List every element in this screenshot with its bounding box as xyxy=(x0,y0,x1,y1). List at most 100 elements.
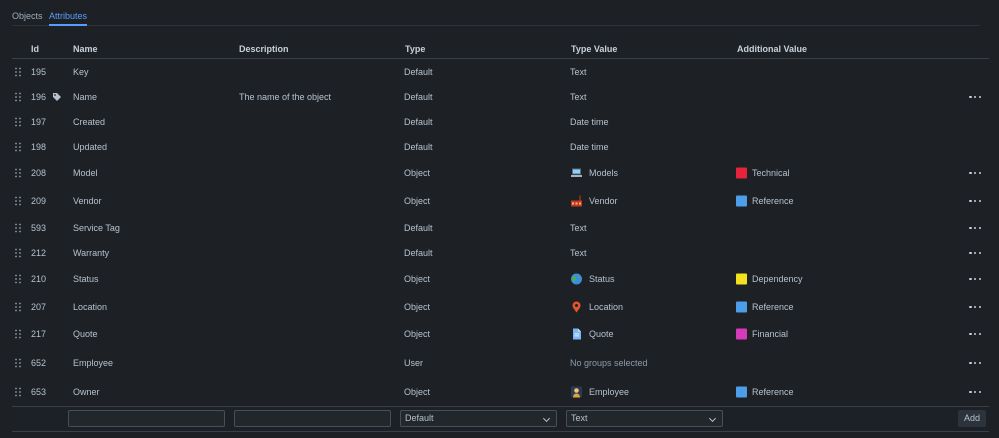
table-row[interactable]: 212 Warranty Default Text xyxy=(12,241,989,265)
attribute-type: Default xyxy=(404,117,433,127)
tab-objects[interactable]: Objects xyxy=(12,11,43,21)
color-swatch xyxy=(736,273,747,285)
column-header-type[interactable]: Type xyxy=(405,44,425,54)
table-row[interactable]: 197 Created Default Date time xyxy=(12,110,989,134)
attribute-id: 198 xyxy=(31,142,47,152)
drag-handle-icon[interactable] xyxy=(15,302,23,312)
table-row[interactable]: 208 Model Object Models Technical xyxy=(12,161,989,185)
more-actions-icon[interactable] xyxy=(969,247,981,259)
attribute-type: Default xyxy=(404,142,433,152)
tag-icon xyxy=(52,92,62,102)
new-name-input[interactable] xyxy=(68,410,225,427)
more-actions-icon[interactable] xyxy=(969,195,981,207)
attribute-type-value: No groups selected xyxy=(570,358,648,368)
attribute-name: Created xyxy=(73,117,106,127)
table-row[interactable]: 653 Owner Object Employee Reference xyxy=(12,380,989,404)
table-row[interactable]: 209 Vendor Object Vendor Reference xyxy=(12,189,989,213)
chevron-down-icon xyxy=(542,414,551,423)
laptop-icon xyxy=(570,167,583,180)
table-row[interactable]: 652 Employee User No groups selected xyxy=(12,351,989,375)
drag-handle-icon[interactable] xyxy=(15,248,23,258)
new-type-select-value: Default xyxy=(405,413,434,423)
attribute-id: 195 xyxy=(31,67,47,77)
attribute-type-value: Quote xyxy=(589,329,614,339)
attribute-type-value: Text xyxy=(570,92,587,102)
attribute-type: Object xyxy=(404,387,431,397)
attribute-description: The name of the object xyxy=(239,92,332,102)
more-actions-icon[interactable] xyxy=(969,273,981,285)
new-type-select[interactable]: Default xyxy=(400,410,557,427)
attribute-type: User xyxy=(404,358,424,368)
color-swatch xyxy=(736,386,747,398)
map-pin-icon xyxy=(570,301,583,314)
more-actions-icon[interactable] xyxy=(969,91,981,103)
table-row[interactable]: 210 Status Object Status Dependency xyxy=(12,267,989,291)
attribute-type-value: Date time xyxy=(570,142,609,152)
drag-handle-icon[interactable] xyxy=(15,274,23,284)
more-actions-icon[interactable] xyxy=(969,386,981,398)
attribute-type-value: Date time xyxy=(570,117,609,127)
attribute-type-value: Status xyxy=(589,274,615,284)
drag-handle-icon[interactable] xyxy=(15,387,23,397)
column-header-id[interactable]: Id xyxy=(31,44,39,54)
attribute-type-value: Text xyxy=(570,248,587,258)
attribute-type-value: Employee xyxy=(589,387,630,397)
attribute-type: Default xyxy=(404,92,433,102)
attribute-additional-value: Reference xyxy=(752,302,794,312)
new-attribute-row: Default Text Add xyxy=(12,406,989,432)
drag-handle-icon[interactable] xyxy=(15,196,23,206)
table-row[interactable]: 593 Service Tag Default Text xyxy=(12,216,989,240)
column-header-additional-value[interactable]: Additional Value xyxy=(737,44,807,54)
table-row[interactable]: 217 Quote Object Quote Financial xyxy=(12,322,989,346)
attribute-type: Object xyxy=(404,302,431,312)
add-button[interactable]: Add xyxy=(958,410,986,427)
more-actions-icon[interactable] xyxy=(969,222,981,234)
attribute-type-value: Vendor xyxy=(589,196,618,206)
drag-handle-icon[interactable] xyxy=(15,142,23,152)
more-actions-icon[interactable] xyxy=(969,357,981,369)
attribute-type: Object xyxy=(404,274,431,284)
new-description-input[interactable] xyxy=(234,410,391,427)
drag-handle-icon[interactable] xyxy=(15,358,23,368)
attribute-name: Quote xyxy=(73,329,98,339)
attribute-id: 210 xyxy=(31,274,47,284)
attribute-id: 196 xyxy=(31,92,47,102)
more-actions-icon[interactable] xyxy=(969,328,981,340)
more-actions-icon[interactable] xyxy=(969,167,981,179)
attribute-name: Service Tag xyxy=(73,223,120,233)
attribute-additional-value: Financial xyxy=(752,329,789,339)
attribute-name: Vendor xyxy=(73,196,102,206)
attribute-id: 209 xyxy=(31,196,47,206)
column-header-description[interactable]: Description xyxy=(239,44,289,54)
attribute-id: 197 xyxy=(31,117,47,127)
attribute-additional-value: Technical xyxy=(752,168,790,178)
column-header-type-value[interactable]: Type Value xyxy=(571,44,617,54)
table-row[interactable]: 196 Name The name of the object Default Text xyxy=(12,85,989,109)
attribute-additional-value: Dependency xyxy=(752,274,803,284)
table-row[interactable]: 207 Location Object Location Reference xyxy=(12,295,989,319)
person-icon xyxy=(570,386,583,399)
drag-handle-icon[interactable] xyxy=(15,92,23,102)
attribute-id: 212 xyxy=(31,248,47,258)
column-header-name[interactable]: Name xyxy=(73,44,98,54)
chevron-down-icon xyxy=(708,414,717,423)
attribute-name: Name xyxy=(73,92,98,102)
attribute-type-value: Text xyxy=(570,223,587,233)
table-row[interactable]: 198 Updated Default Date time xyxy=(12,135,989,159)
color-swatch xyxy=(736,328,747,340)
attribute-type: Default xyxy=(404,248,433,258)
attribute-id: 653 xyxy=(31,387,47,397)
factory-icon xyxy=(570,195,583,208)
drag-handle-icon[interactable] xyxy=(15,117,23,127)
drag-handle-icon[interactable] xyxy=(15,67,23,77)
drag-handle-icon[interactable] xyxy=(15,168,23,178)
drag-handle-icon[interactable] xyxy=(15,329,23,339)
table-row[interactable]: 195 Key Default Text xyxy=(12,60,989,84)
more-actions-icon[interactable] xyxy=(969,301,981,313)
new-type-value-select[interactable]: Text xyxy=(566,410,723,427)
attribute-name: Employee xyxy=(73,358,114,368)
tab-attributes[interactable]: Attributes xyxy=(49,11,88,26)
attribute-name: Updated xyxy=(73,142,108,152)
drag-handle-icon[interactable] xyxy=(15,223,23,233)
attribute-type: Object xyxy=(404,196,431,206)
